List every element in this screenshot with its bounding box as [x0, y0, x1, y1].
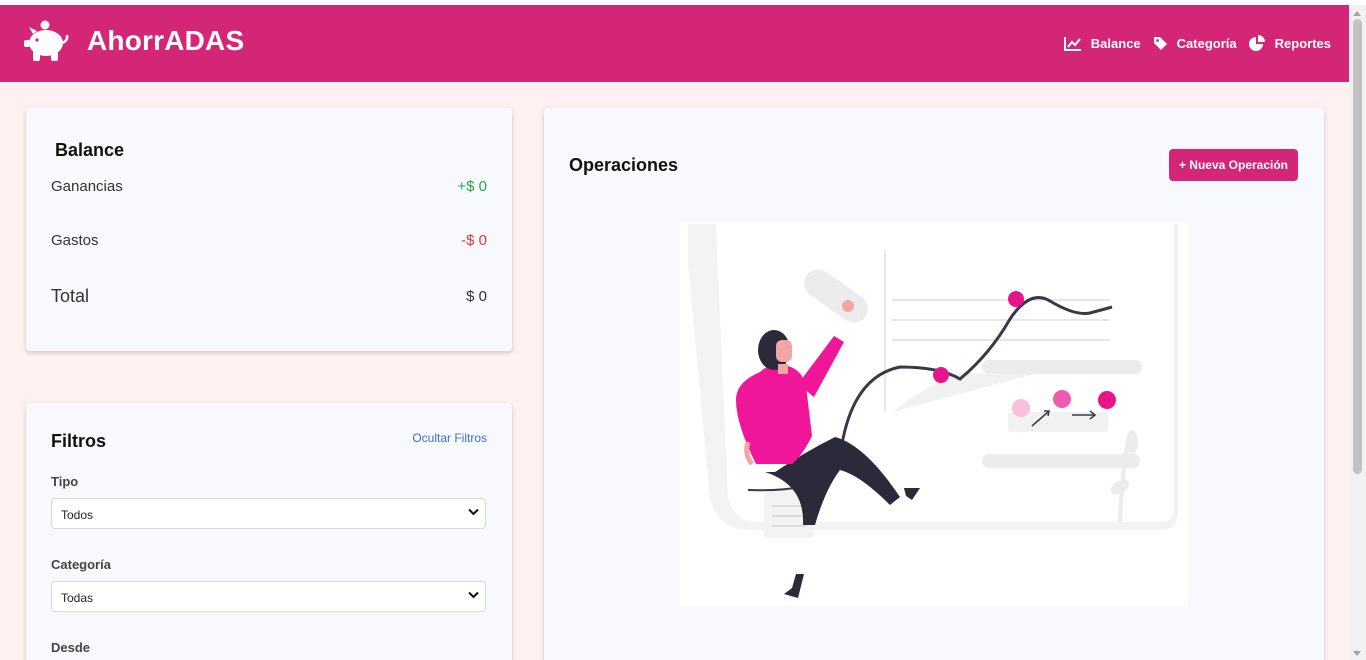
operations-title: Operaciones [569, 155, 679, 175]
hide-filters-link[interactable]: Ocultar Filtros [412, 431, 487, 445]
total-row: Total $ 0 [51, 286, 487, 307]
nav-item-balance[interactable]: Balance [1063, 35, 1141, 51]
empty-operations-illustration [680, 222, 1188, 606]
nav-item-label: Reportes [1274, 35, 1331, 51]
app-title: AhorrADAS [87, 25, 245, 56]
type-select[interactable]: Todos [51, 498, 486, 529]
piggy-bank-icon [24, 20, 69, 61]
expenses-label: Gastos [51, 232, 99, 249]
navbar: AhorrADAS Balance Categoría Reportes [0, 5, 1349, 82]
pie-chart-icon [1248, 35, 1265, 51]
earnings-row: Ganancias +$ 0 [51, 178, 487, 195]
earnings-value: +$ 0 [457, 178, 487, 195]
expenses-value: -$ 0 [461, 232, 487, 249]
scroll-thumb[interactable] [1353, 19, 1362, 474]
scroll-up-arrow[interactable] [1353, 11, 1361, 16]
type-select-value: Todos [61, 508, 94, 522]
scroll-down-arrow[interactable] [1353, 651, 1361, 656]
filters-card: Filtros Ocultar Filtros Tipo Todos Categ… [26, 403, 512, 660]
main-nav: Balance Categoría Reportes [1052, 35, 1331, 51]
chart-line-icon [1063, 36, 1081, 51]
brand[interactable]: AhorrADAS [24, 19, 244, 63]
new-operation-button[interactable]: + Nueva Operación [1169, 149, 1298, 181]
category-select[interactable]: Todas [51, 581, 486, 612]
nav-item-label: Balance [1090, 35, 1141, 51]
from-label: Desde [51, 640, 91, 655]
nav-item-reportes[interactable]: Reportes [1248, 35, 1331, 51]
filters-title: Filtros [51, 431, 107, 451]
category-label: Categoría [51, 557, 111, 572]
page-scrollbar[interactable] [1349, 5, 1366, 660]
tag-icon [1153, 36, 1167, 50]
chevron-down-icon [468, 508, 479, 516]
chevron-down-icon [468, 591, 479, 599]
operations-card: Operaciones + Nueva Operación [544, 108, 1324, 660]
total-value: $ 0 [466, 288, 487, 305]
balance-card: Balance Ganancias +$ 0 Gastos -$ 0 Total… [26, 108, 512, 351]
balance-title: Balance [55, 140, 125, 160]
expenses-row: Gastos -$ 0 [51, 232, 487, 249]
nav-item-categoria[interactable]: Categoría [1153, 36, 1237, 51]
category-select-value: Todas [61, 591, 94, 605]
total-label: Total [51, 286, 90, 306]
earnings-label: Ganancias [51, 178, 123, 195]
type-label: Tipo [51, 474, 79, 489]
nav-item-label: Categoría [1176, 35, 1237, 51]
